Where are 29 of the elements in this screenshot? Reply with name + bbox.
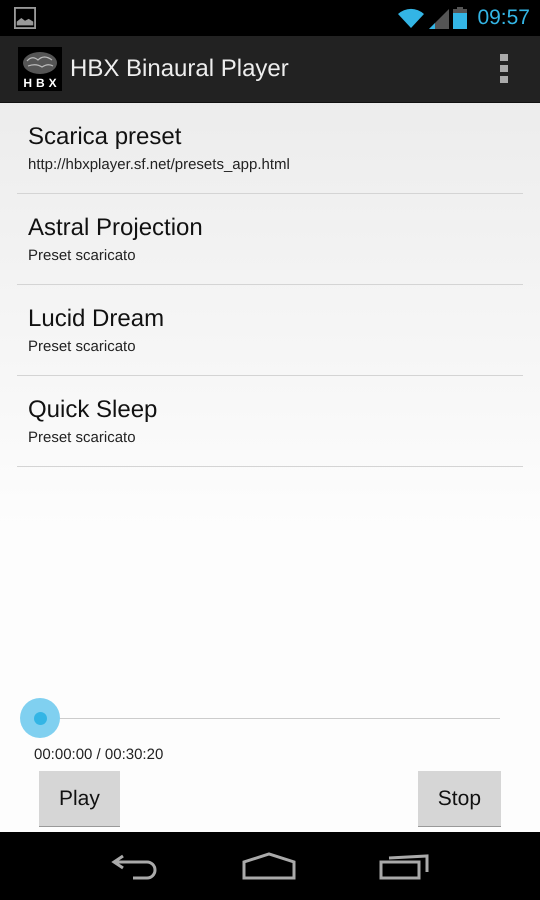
preset-title: Lucid Dream [28, 305, 166, 333]
app-logo[interactable]: HBX [18, 47, 62, 91]
battery-icon [453, 7, 468, 29]
preset-subtitle: http://hbxplayer.sf.net/presets_app.html [28, 156, 291, 173]
home-icon[interactable] [242, 852, 296, 880]
clock: 09:57 [477, 6, 530, 30]
preset-subtitle: Preset scaricato [28, 247, 137, 264]
signal-icon [429, 7, 450, 29]
logo-text: HBX [23, 75, 61, 91]
back-icon[interactable] [111, 852, 160, 880]
stop-button[interactable]: Stop [418, 771, 501, 827]
preset-subtitle: Preset scaricato [28, 338, 137, 355]
overflow-menu-icon[interactable] [500, 54, 508, 84]
preset-item[interactable]: Lucid Dream Preset scaricato [17, 285, 523, 376]
seek-thumb[interactable] [20, 698, 60, 738]
playback-time: 00:00:00 / 00:30:20 [34, 746, 164, 763]
preset-item[interactable]: Scarica preset http://hbxplayer.sf.net/presets_app.html [17, 103, 523, 194]
app-title: HBX Binaural Player [70, 55, 290, 83]
recent-apps-icon[interactable] [378, 852, 429, 880]
brain-icon [22, 51, 58, 75]
preset-item[interactable]: Astral Projection Preset scaricato [17, 194, 523, 285]
preset-item[interactable]: Quick Sleep Preset scaricato [17, 376, 523, 467]
preset-title: Astral Projection [28, 214, 204, 242]
wifi-icon [397, 7, 426, 29]
preset-title: Quick Sleep [28, 396, 158, 424]
preset-subtitle: Preset scaricato [28, 429, 137, 446]
image-notification-icon [14, 7, 36, 29]
preset-title: Scarica preset [28, 123, 182, 151]
play-button[interactable]: Play [39, 771, 120, 827]
